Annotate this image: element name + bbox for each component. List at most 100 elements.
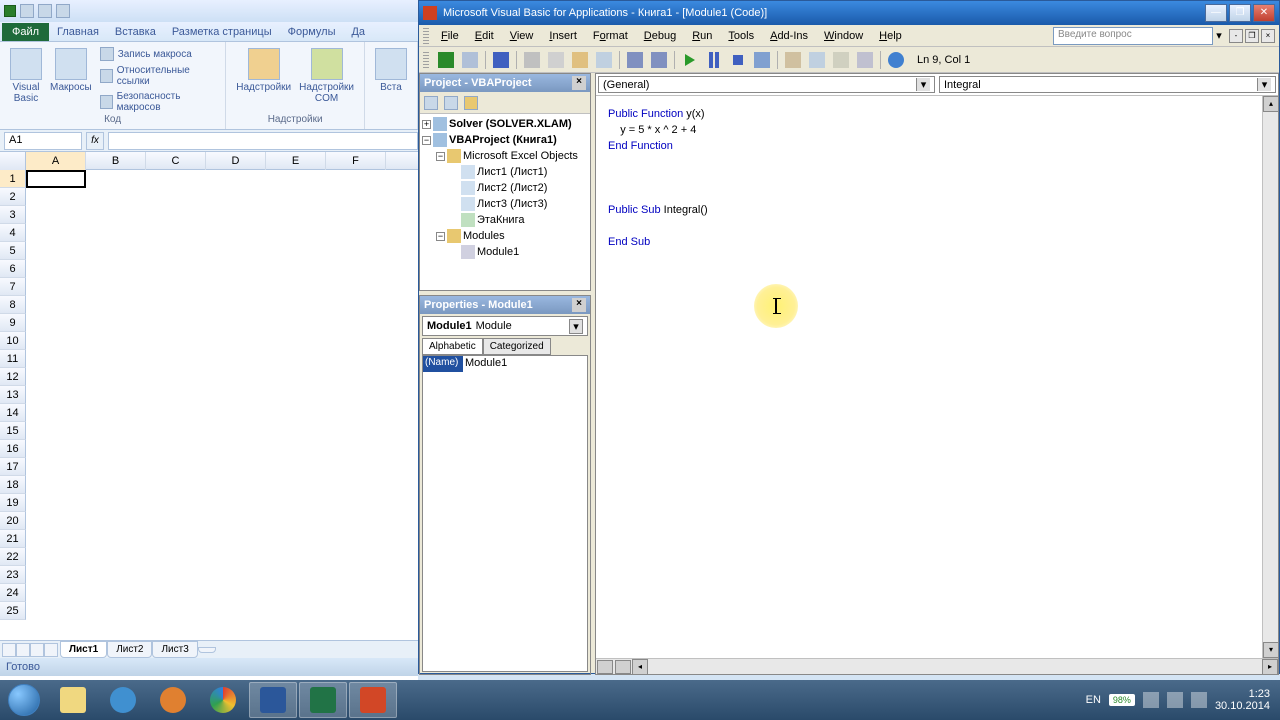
mdi-minimize[interactable]: - (1229, 29, 1243, 43)
tab-home[interactable]: Главная (49, 23, 107, 41)
view-code-button[interactable] (422, 94, 440, 112)
visual-basic-button[interactable]: Visual Basic (6, 46, 46, 114)
formula-input[interactable] (108, 132, 418, 150)
qat-redo-icon[interactable] (56, 4, 70, 18)
row-header-10[interactable]: 10 (0, 332, 26, 350)
start-button[interactable] (0, 680, 48, 720)
properties-window-button[interactable] (806, 49, 828, 71)
tree-modules-folder[interactable]: −Modules (436, 228, 588, 244)
pause-button[interactable] (703, 49, 725, 71)
row-header-6[interactable]: 6 (0, 260, 26, 278)
paste-button[interactable] (569, 49, 591, 71)
com-addins-button[interactable]: Надстройки COM (295, 46, 358, 106)
help-question-box[interactable]: Введите вопрос (1053, 27, 1213, 45)
object-browser-button[interactable] (830, 49, 852, 71)
project-tree[interactable]: +Solver (SOLVER.XLAM) −VBAProject (Книга… (420, 114, 590, 290)
menu-insert[interactable]: Insert (541, 28, 585, 44)
question-dropdown[interactable]: ▾ (1213, 29, 1225, 42)
tray-network-icon[interactable] (1167, 692, 1183, 708)
copy-button[interactable] (545, 49, 567, 71)
scroll-down-button[interactable]: ▾ (1263, 642, 1279, 658)
row-header-5[interactable]: 5 (0, 242, 26, 260)
row-header-22[interactable]: 22 (0, 548, 26, 566)
property-name-value[interactable]: Module1 (463, 356, 587, 372)
tab-categorized[interactable]: Categorized (483, 338, 551, 355)
insert-module-button[interactable] (459, 49, 481, 71)
col-header-C[interactable]: C (146, 152, 206, 170)
tab-pagelayout[interactable]: Разметка страницы (164, 23, 280, 41)
project-explorer-button[interactable] (782, 49, 804, 71)
properties-panel-close[interactable]: × (572, 298, 586, 312)
properties-grid[interactable]: (Name) Module1 (422, 355, 588, 672)
col-header-E[interactable]: E (266, 152, 326, 170)
expander-icon[interactable]: − (436, 232, 445, 241)
spreadsheet-grid[interactable]: A B C D E F 1234567891011121314151617181… (0, 152, 418, 640)
full-module-view-button[interactable] (615, 660, 631, 674)
toggle-folders-button[interactable] (462, 94, 480, 112)
properties-object-selector[interactable]: Module1 Module ▾ (422, 316, 588, 336)
row-header-3[interactable]: 3 (0, 206, 26, 224)
dropdown-arrow-icon[interactable]: ▾ (569, 319, 583, 334)
sheet-nav-prev[interactable] (16, 643, 30, 657)
fx-button[interactable]: fx (86, 132, 104, 150)
insert-controls-button[interactable]: Вста (371, 46, 411, 95)
help-button[interactable] (885, 49, 907, 71)
menubar-grip[interactable] (423, 28, 429, 44)
row-header-11[interactable]: 11 (0, 350, 26, 368)
toolbox-button[interactable] (854, 49, 876, 71)
menu-edit[interactable]: Edit (467, 28, 502, 44)
scroll-up-button[interactable]: ▴ (1263, 96, 1279, 112)
row-header-24[interactable]: 24 (0, 584, 26, 602)
clock[interactable]: 1:23 30.10.2014 (1215, 688, 1270, 712)
row-header-7[interactable]: 7 (0, 278, 26, 296)
design-mode-button[interactable] (751, 49, 773, 71)
tab-formulas[interactable]: Формулы (280, 23, 344, 41)
sheet-tab-3[interactable]: Лист3 (152, 641, 197, 658)
row-header-15[interactable]: 15 (0, 422, 26, 440)
col-header-F[interactable]: F (326, 152, 386, 170)
menu-view[interactable]: View (502, 28, 542, 44)
expander-icon[interactable]: − (436, 152, 445, 161)
vba-titlebar[interactable]: Microsoft Visual Basic for Applications … (419, 1, 1279, 25)
tab-file[interactable]: Файл (2, 23, 49, 41)
row-header-14[interactable]: 14 (0, 404, 26, 422)
sheet-tab-2[interactable]: Лист2 (107, 641, 152, 658)
col-header-A[interactable]: A (26, 152, 86, 170)
property-row-name[interactable]: (Name) Module1 (423, 356, 587, 372)
name-box[interactable]: A1 (4, 132, 82, 150)
find-button[interactable] (593, 49, 615, 71)
row-header-23[interactable]: 23 (0, 566, 26, 584)
tray-volume-icon[interactable] (1191, 692, 1207, 708)
qat-save-icon[interactable] (20, 4, 34, 18)
language-indicator[interactable]: EN (1086, 694, 1101, 706)
tree-thisworkbook[interactable]: ЭтаКнига (450, 212, 588, 228)
view-excel-button[interactable] (435, 49, 457, 71)
task-excel[interactable] (299, 682, 347, 718)
tree-solver[interactable]: +Solver (SOLVER.XLAM) (422, 116, 588, 132)
run-button[interactable] (679, 49, 701, 71)
menu-format[interactable]: Format (585, 28, 636, 44)
task-chrome[interactable] (199, 682, 247, 718)
object-dropdown[interactable]: (General)▾ (598, 76, 935, 93)
cell-A1[interactable] (26, 170, 86, 188)
battery-indicator[interactable]: 98% (1109, 694, 1135, 706)
undo-button[interactable] (624, 49, 646, 71)
row-header-4[interactable]: 4 (0, 224, 26, 242)
redo-button[interactable] (648, 49, 670, 71)
tab-alphabetic[interactable]: Alphabetic (422, 338, 483, 355)
select-all-corner[interactable] (0, 152, 26, 170)
close-button[interactable]: ✕ (1253, 4, 1275, 22)
relative-refs-button[interactable]: Относительные ссылки (98, 64, 220, 88)
row-header-20[interactable]: 20 (0, 512, 26, 530)
row-header-9[interactable]: 9 (0, 314, 26, 332)
menu-help[interactable]: Help (871, 28, 910, 44)
tree-sheet2[interactable]: Лист2 (Лист2) (450, 180, 588, 196)
scroll-left-button[interactable]: ◂ (632, 659, 648, 675)
expander-icon[interactable]: + (422, 120, 431, 129)
col-header-B[interactable]: B (86, 152, 146, 170)
task-wmp[interactable] (149, 682, 197, 718)
task-ie[interactable] (99, 682, 147, 718)
row-header-1[interactable]: 1 (0, 170, 26, 188)
col-header-D[interactable]: D (206, 152, 266, 170)
minimize-button[interactable]: — (1205, 4, 1227, 22)
